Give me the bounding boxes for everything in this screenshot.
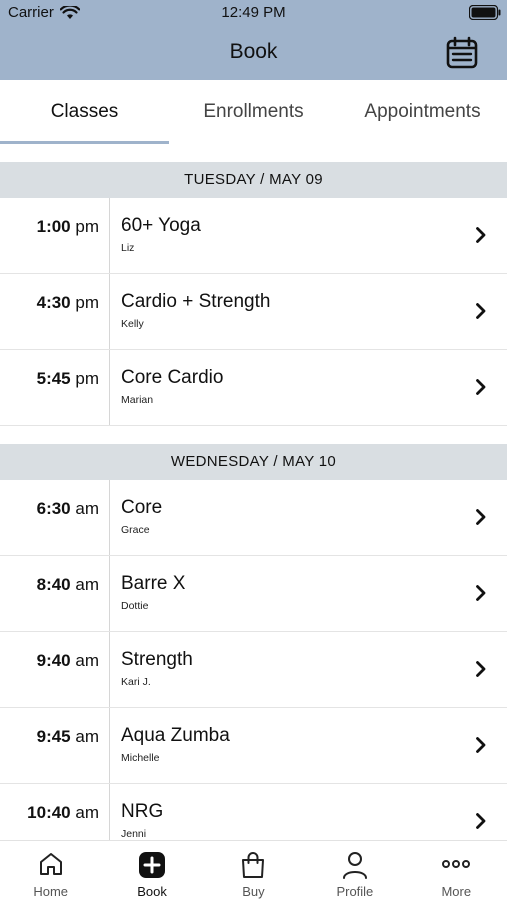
class-time: 9:40 am bbox=[36, 651, 99, 670]
class-name: Strength bbox=[121, 649, 193, 670]
chevron-right-icon bbox=[476, 379, 486, 395]
nav-label: Book bbox=[137, 884, 167, 899]
day-header: TUESDAY / MAY 09 bbox=[0, 162, 507, 198]
chevron-right-icon bbox=[476, 585, 486, 601]
class-time: 6:30 am bbox=[36, 499, 99, 518]
person-icon bbox=[342, 852, 367, 879]
class-instructor: Dottie bbox=[121, 600, 149, 612]
class-instructor: Michelle bbox=[121, 752, 160, 764]
nav-more[interactable]: More bbox=[406, 841, 507, 900]
class-row[interactable]: 9:40 am Strength Kari J. bbox=[0, 632, 507, 708]
class-row[interactable]: 9:45 am Aqua Zumba Michelle bbox=[0, 708, 507, 784]
nav-profile[interactable]: Profile bbox=[304, 841, 405, 900]
nav-label: Buy bbox=[242, 884, 265, 899]
plus-square-icon bbox=[139, 852, 166, 878]
class-name: 60+ Yoga bbox=[121, 215, 201, 236]
class-row[interactable]: 5:45 pm Core Cardio Marian bbox=[0, 350, 507, 426]
class-row[interactable]: 10:40 am NRG Jenni bbox=[0, 784, 507, 840]
class-row[interactable]: 8:40 am Barre X Dottie bbox=[0, 556, 507, 632]
chevron-right-icon bbox=[476, 737, 486, 753]
bottom-tab-bar: Home Book Buy Profile More bbox=[0, 840, 507, 900]
battery-icon bbox=[469, 5, 501, 20]
class-instructor: Liz bbox=[121, 242, 135, 254]
class-row[interactable]: 6:30 am Core Grace bbox=[0, 480, 507, 556]
chevron-right-icon bbox=[476, 661, 486, 677]
chevron-right-icon bbox=[476, 813, 486, 829]
class-instructor: Kari J. bbox=[121, 676, 151, 688]
nav-label: Home bbox=[33, 884, 69, 899]
nav-buy[interactable]: Buy bbox=[203, 841, 304, 900]
nav-label: Profile bbox=[336, 884, 374, 899]
class-time: 5:45 pm bbox=[36, 369, 99, 388]
class-instructor: Kelly bbox=[121, 318, 144, 330]
class-instructor: Marian bbox=[121, 394, 154, 406]
more-dots-icon bbox=[442, 860, 471, 868]
class-time: 4:30 pm bbox=[36, 293, 99, 312]
nav-home[interactable]: Home bbox=[0, 841, 101, 900]
shopping-bag-icon bbox=[242, 852, 265, 878]
status-bar: Carrier 12:49 PM bbox=[0, 0, 507, 26]
class-name: Aqua Zumba bbox=[121, 725, 230, 746]
class-instructor: Jenni bbox=[121, 828, 147, 840]
nav-book[interactable]: Book bbox=[101, 841, 202, 900]
tab-appointments[interactable]: Appointments bbox=[338, 80, 507, 144]
tab-bar: Classes Enrollments Appointments bbox=[0, 80, 507, 144]
chevron-right-icon bbox=[476, 303, 486, 319]
class-time: 10:40 am bbox=[27, 803, 99, 822]
day-header: WEDNESDAY / MAY 10 bbox=[0, 444, 507, 480]
top-bar: Carrier 12:49 PM Book bbox=[0, 0, 507, 80]
class-instructor: Grace bbox=[121, 524, 150, 536]
chevron-right-icon bbox=[476, 509, 486, 525]
class-time: 8:40 am bbox=[36, 575, 99, 594]
calendar-icon[interactable] bbox=[445, 36, 479, 70]
chevron-right-icon bbox=[476, 227, 486, 243]
class-name: NRG bbox=[121, 801, 164, 822]
class-time: 9:45 am bbox=[36, 727, 99, 746]
clock: 12:49 PM bbox=[221, 4, 286, 21]
nav-label: More bbox=[441, 884, 472, 899]
tab-classes[interactable]: Classes bbox=[0, 80, 169, 144]
class-row[interactable]: 4:30 pm Cardio + Strength Kelly bbox=[0, 274, 507, 350]
home-icon bbox=[39, 853, 62, 875]
page-title: Book bbox=[229, 40, 278, 63]
class-name: Barre X bbox=[121, 573, 186, 594]
class-name: Core Cardio bbox=[121, 367, 224, 388]
class-time: 1:00 pm bbox=[36, 217, 99, 236]
class-name: Cardio + Strength bbox=[121, 291, 271, 312]
class-name: Core bbox=[121, 497, 163, 518]
class-schedule-list[interactable]: TUESDAY / MAY 09 1:00 pm 60+ Yoga Liz 4:… bbox=[0, 144, 507, 840]
class-row[interactable]: 1:00 pm 60+ Yoga Liz bbox=[0, 198, 507, 274]
tab-enrollments[interactable]: Enrollments bbox=[169, 80, 338, 144]
